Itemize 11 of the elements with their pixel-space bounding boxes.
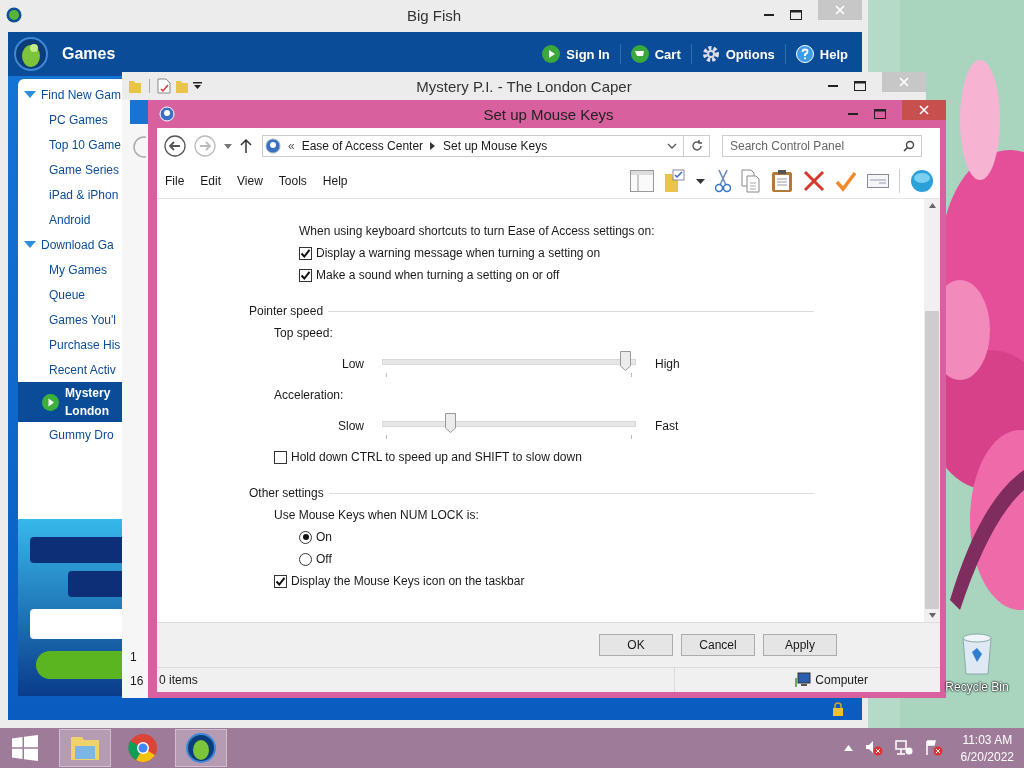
taskbar-app[interactable] [175,729,227,767]
clock-date[interactable]: 6/20/2022 [960,749,1014,764]
clock-time[interactable]: 11:03 AM [962,732,1013,747]
browser-icon [128,733,158,763]
flag-icon[interactable] [924,740,943,756]
network-icon[interactable] [894,740,913,756]
tray-arrow-icon[interactable] [843,745,853,751]
muted-speaker-icon[interactable] [864,740,883,756]
folder-icon [70,734,100,762]
windows-start-icon[interactable] [12,735,38,761]
frog-logo-icon [186,733,216,763]
